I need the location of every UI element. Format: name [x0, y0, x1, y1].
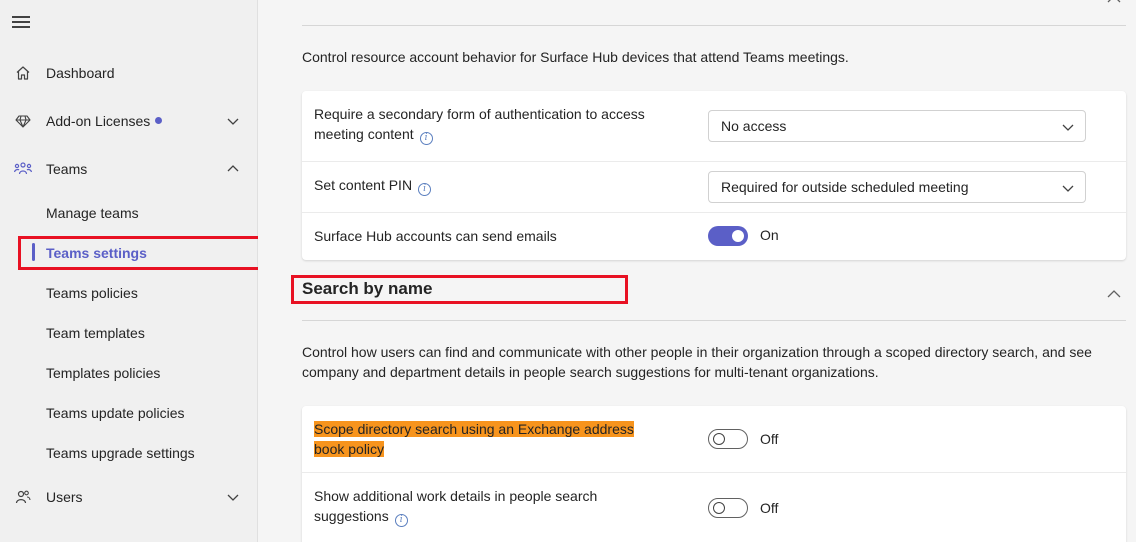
left-navigation: Dashboard Add-on Licenses Teams Manage t… [0, 0, 262, 542]
info-icon[interactable]: i [394, 514, 408, 527]
secondary-auth-dropdown[interactable]: No access [708, 110, 1086, 142]
toggle-state-text: Off [760, 431, 779, 447]
hamburger-icon[interactable] [12, 16, 30, 30]
surface-hub-description: Control resource account behavior for Su… [302, 49, 849, 65]
sidebar-item-teams-policies[interactable]: Teams policies [46, 285, 138, 301]
setting-row-content-pin: Set content PIN i Required for outside sc… [302, 162, 1126, 212]
chevron-down-icon [1062, 124, 1074, 131]
home-icon [14, 64, 32, 82]
chevron-up-icon[interactable] [1106, 288, 1122, 300]
dropdown-value: Required for outside scheduled meeting [721, 179, 969, 195]
sidebar-item-teams-upgrade-settings[interactable]: Teams upgrade settings [46, 445, 195, 461]
setting-label-content-pin-text: Set content PIN [314, 177, 413, 193]
nav-item-users[interactable]: Users [0, 477, 258, 517]
chevron-down-icon [1062, 185, 1074, 192]
setting-label-content-pin: Set content PIN i [314, 175, 654, 196]
main-content: Control resource account behavior for Su… [258, 0, 1136, 542]
nav-label-add-on-licenses: Add-on Licenses [46, 113, 163, 129]
surface-hub-settings-card: Require a secondary form of authenticati… [302, 91, 1126, 260]
diamond-icon [14, 112, 32, 130]
setting-label-additional-work-details-text: Show additional work details in people s… [314, 488, 598, 524]
setting-row-secondary-auth: Require a secondary form of authenticati… [302, 91, 1126, 161]
additional-work-details-toggle[interactable] [708, 498, 748, 518]
toggle-state-text: On [760, 227, 779, 243]
sidebar-item-team-templates[interactable]: Team templates [46, 325, 145, 341]
chevron-up-icon[interactable] [226, 162, 240, 176]
section-divider [302, 25, 1126, 26]
toggle-knob [713, 502, 725, 514]
info-icon[interactable]: i [418, 183, 432, 196]
highlighted-label-text: Scope directory search using an Exchange… [314, 421, 634, 457]
toggle-knob [713, 433, 725, 445]
setting-row-additional-work-details: Show additional work details in people s… [302, 473, 1126, 542]
content-pin-dropdown[interactable]: Required for outside scheduled meeting [708, 171, 1086, 203]
nav-item-dashboard[interactable]: Dashboard [0, 53, 258, 93]
nav-label-users: Users [46, 489, 83, 505]
nav-label-add-on-licenses-text: Add-on Licenses [46, 113, 151, 129]
nav-item-add-on-licenses[interactable]: Add-on Licenses [0, 101, 258, 141]
info-icon[interactable]: i [419, 132, 433, 145]
setting-row-send-emails: Surface Hub accounts can send emails On [302, 213, 1126, 260]
nav-label-teams: Teams [46, 161, 88, 177]
dropdown-value: No access [721, 118, 787, 134]
chevron-up-icon[interactable] [1106, 0, 1122, 6]
notification-dot [155, 117, 163, 124]
nav-item-teams[interactable]: Teams [0, 149, 258, 189]
setting-label-send-emails: Surface Hub accounts can send emails [314, 228, 557, 244]
teams-icon [14, 160, 32, 178]
sidebar-item-teams-settings[interactable]: Teams settings [46, 245, 147, 261]
sidebar-item-teams-update-policies[interactable]: Teams update policies [46, 405, 185, 421]
sidebar-item-templates-policies[interactable]: Templates policies [46, 365, 160, 381]
section-title-search-by-name: Search by name [302, 279, 433, 298]
chevron-down-icon[interactable] [226, 114, 240, 128]
active-indicator [32, 243, 35, 261]
setting-label-secondary-auth-text: Require a secondary form of authenticati… [314, 106, 645, 142]
setting-label-additional-work-details: Show additional work details in people s… [314, 486, 634, 527]
toggle-knob [732, 230, 744, 242]
setting-label-scope-directory-search: Scope directory search using an Exchange… [314, 419, 634, 459]
users-icon [14, 488, 32, 506]
nav-label-dashboard: Dashboard [46, 65, 115, 81]
send-emails-toggle[interactable] [708, 226, 748, 246]
chevron-down-icon[interactable] [226, 490, 240, 504]
setting-row-scope-directory-search: Scope directory search using an Exchange… [302, 406, 1126, 472]
search-by-name-description: Control how users can find and communica… [302, 344, 1092, 380]
scope-directory-search-toggle[interactable] [708, 429, 748, 449]
toggle-state-text: Off [760, 500, 779, 516]
section-divider [302, 320, 1126, 321]
sidebar-item-manage-teams[interactable]: Manage teams [46, 205, 139, 221]
setting-label-secondary-auth: Require a secondary form of authenticati… [314, 104, 654, 145]
search-by-name-settings-card: Scope directory search using an Exchange… [302, 406, 1126, 542]
